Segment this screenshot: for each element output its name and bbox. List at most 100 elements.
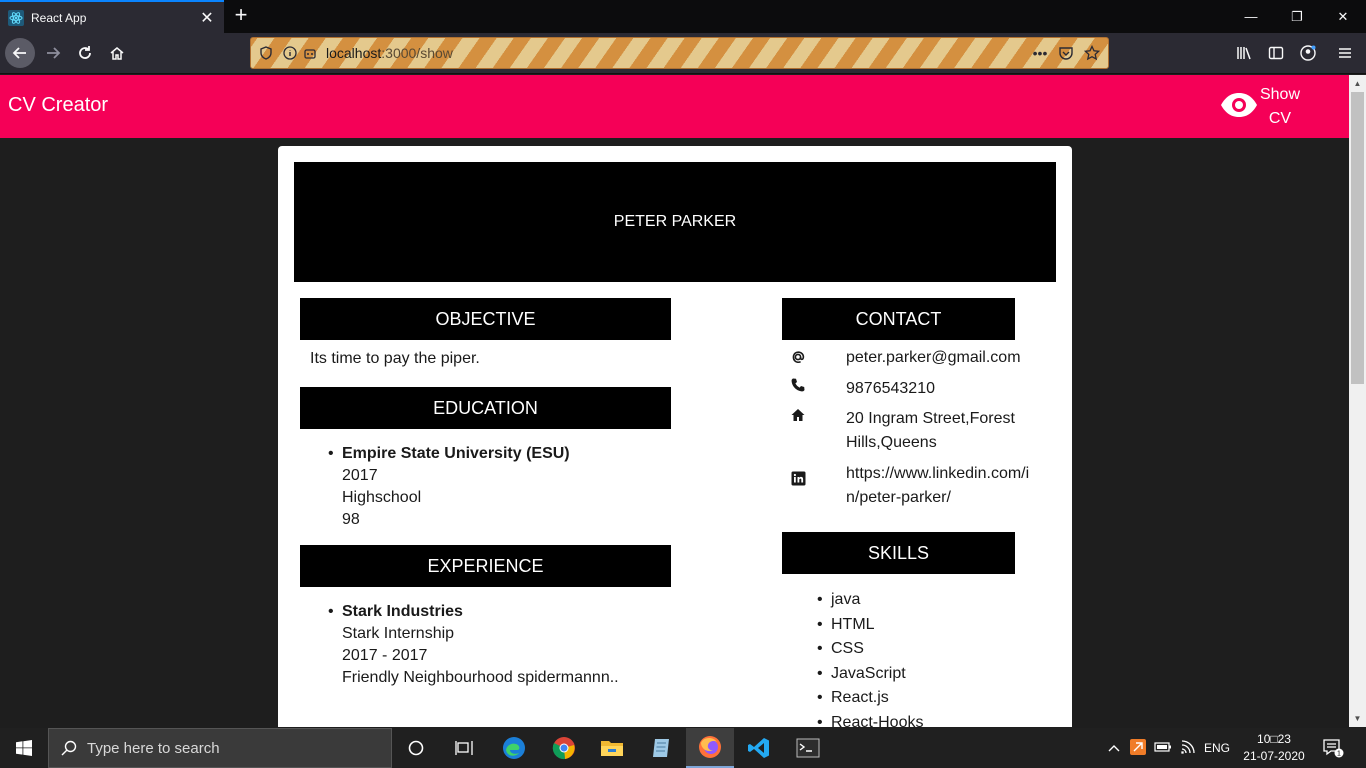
browser-toolbar: localhost:3000/show ••• (0, 33, 1366, 74)
home-address-icon (786, 407, 810, 455)
notifications-icon[interactable]: 1 (1313, 728, 1353, 768)
search-icon (61, 740, 77, 756)
react-logo-icon (8, 9, 24, 26)
page-scrollbar[interactable]: ▲ ▼ (1349, 75, 1366, 727)
chrome-icon[interactable] (540, 728, 588, 768)
experience-period: 2017 - 2017 (342, 647, 428, 664)
browser-tab[interactable]: React App ✕ (0, 0, 224, 33)
education-heading: EDUCATION (300, 387, 671, 429)
app-tray-icon[interactable] (1130, 738, 1146, 758)
scrollbar-thumb[interactable] (1351, 92, 1364, 384)
linkedin-icon (786, 462, 810, 510)
back-arrow-icon (12, 47, 26, 59)
reload-icon (79, 46, 91, 59)
shield-icon[interactable] (256, 43, 276, 63)
edge-browser-icon[interactable] (490, 728, 538, 768)
app-bar: CV Creator Show CV (0, 75, 1349, 138)
show-hidden-icons-icon[interactable] (1106, 741, 1122, 755)
url-host: localhost (326, 45, 382, 61)
terminal-icon[interactable] (784, 728, 832, 768)
experience-heading: EXPERIENCE (300, 545, 671, 587)
education-institution: Empire State University (ESU) (342, 445, 570, 462)
cortana-icon[interactable] (392, 728, 440, 768)
clock-time: 10□23 (1257, 732, 1291, 746)
window-controls: — ❐ ✕ (1228, 0, 1366, 33)
new-tab-button[interactable]: + (229, 4, 253, 28)
phone-icon (786, 377, 810, 401)
reload-button[interactable] (70, 38, 100, 68)
forward-button[interactable] (38, 38, 68, 68)
back-button[interactable] (5, 38, 35, 68)
firefox-icon[interactable] (686, 728, 734, 768)
contact-email: peter.parker@gmail.com (846, 349, 1021, 366)
taskbar-clock[interactable]: 10□23 21-07-2020 (1238, 731, 1310, 765)
system-tray: ENG (1106, 728, 1236, 768)
skill-item: React-Hooks (817, 711, 924, 728)
contact-heading: CONTACT (782, 298, 1015, 340)
battery-icon[interactable] (1154, 741, 1172, 756)
bookmark-star-icon[interactable] (1082, 43, 1102, 63)
contact-phone-row: 9876543210 (786, 377, 1031, 401)
file-explorer-icon[interactable] (588, 728, 636, 768)
taskbar-search-box[interactable]: Type here to search (48, 728, 392, 768)
contact-linkedin: https://www.linkedin.com/in/peter-parker… (846, 465, 1030, 506)
address-bar[interactable]: localhost:3000/show ••• (250, 37, 1109, 69)
page-viewport: CV Creator Show CV PETER PARKER OBJECTIV… (0, 75, 1349, 727)
pocket-icon[interactable] (1056, 43, 1076, 63)
skill-item: java (817, 588, 923, 613)
experience-role: Stark Internship (342, 625, 455, 642)
restore-button[interactable]: ❐ (1274, 0, 1320, 33)
forward-arrow-icon (47, 47, 61, 59)
tab-title: React App (31, 10, 87, 25)
svg-text:1: 1 (1337, 751, 1341, 758)
skills-heading: SKILLS (782, 532, 1015, 574)
account-icon[interactable] (1292, 38, 1324, 68)
cv-name-header: PETER PARKER (294, 162, 1056, 282)
show-cv-label: Show CV (1259, 86, 1301, 127)
skill-item: CSS (817, 637, 923, 662)
skill-item: HTML (817, 613, 923, 638)
home-icon (110, 47, 124, 60)
education-entry: • Empire State University (ESU) 2017 Hig… (328, 443, 570, 531)
experience-description: Friendly Neighbourhood spidermannn.. (342, 669, 619, 686)
contact-linkedin-row: https://www.linkedin.com/in/peter-parker… (786, 462, 1031, 510)
windows-logo-icon (16, 740, 32, 756)
library-icon[interactable] (1228, 38, 1260, 68)
app-title: CV Creator (8, 94, 109, 116)
scroll-down-icon[interactable]: ▼ (1349, 710, 1366, 727)
windows-taskbar: Type here to search ENG 10□23 21-07-2020… (0, 728, 1366, 768)
experience-company: Stark Industries (342, 603, 463, 620)
experience-entry: • Stark Industries Stark Internship 2017… (328, 601, 619, 689)
education-score: 98 (342, 511, 360, 528)
tab-close-icon[interactable]: ✕ (198, 8, 216, 28)
objective-heading: OBJECTIVE (300, 298, 671, 340)
contact-address: 20 Ingram Street,Forest Hills,Queens (846, 410, 1015, 451)
task-view-icon[interactable] (440, 728, 488, 768)
cv-document: PETER PARKER OBJECTIVE Its time to pay t… (278, 146, 1072, 727)
minimize-button[interactable]: — (1228, 0, 1274, 33)
search-placeholder: Type here to search (87, 739, 220, 757)
skill-item: React.js (817, 686, 923, 711)
more-actions-icon[interactable]: ••• (1030, 43, 1050, 63)
home-button[interactable] (102, 38, 132, 68)
education-year: 2017 (342, 467, 378, 484)
vscode-icon[interactable] (735, 728, 783, 768)
show-cv-button[interactable]: Show CV (1220, 83, 1302, 131)
education-level: Highschool (342, 489, 422, 506)
contact-phone: 9876543210 (846, 380, 935, 397)
contact-address-row: 20 Ingram Street,Forest Hills,Queens (786, 407, 1031, 455)
start-button[interactable] (0, 728, 48, 768)
scroll-up-icon[interactable]: ▲ (1349, 75, 1366, 92)
browser-tab-bar: React App ✕ + — ❐ ✕ (0, 0, 1366, 33)
close-window-button[interactable]: ✕ (1320, 0, 1366, 33)
info-icon[interactable] (280, 43, 300, 63)
notepad-app-icon[interactable] (637, 728, 685, 768)
eye-icon (1220, 91, 1258, 124)
menu-icon[interactable] (1324, 38, 1366, 68)
language-indicator[interactable]: ENG (1204, 741, 1230, 755)
sidebar-icon[interactable] (1260, 38, 1292, 68)
at-sign-icon (786, 346, 810, 370)
robot-icon[interactable] (300, 43, 320, 63)
skills-list: java HTML CSS JavaScript React.js React-… (817, 588, 924, 728)
wifi-icon[interactable] (1180, 739, 1196, 757)
